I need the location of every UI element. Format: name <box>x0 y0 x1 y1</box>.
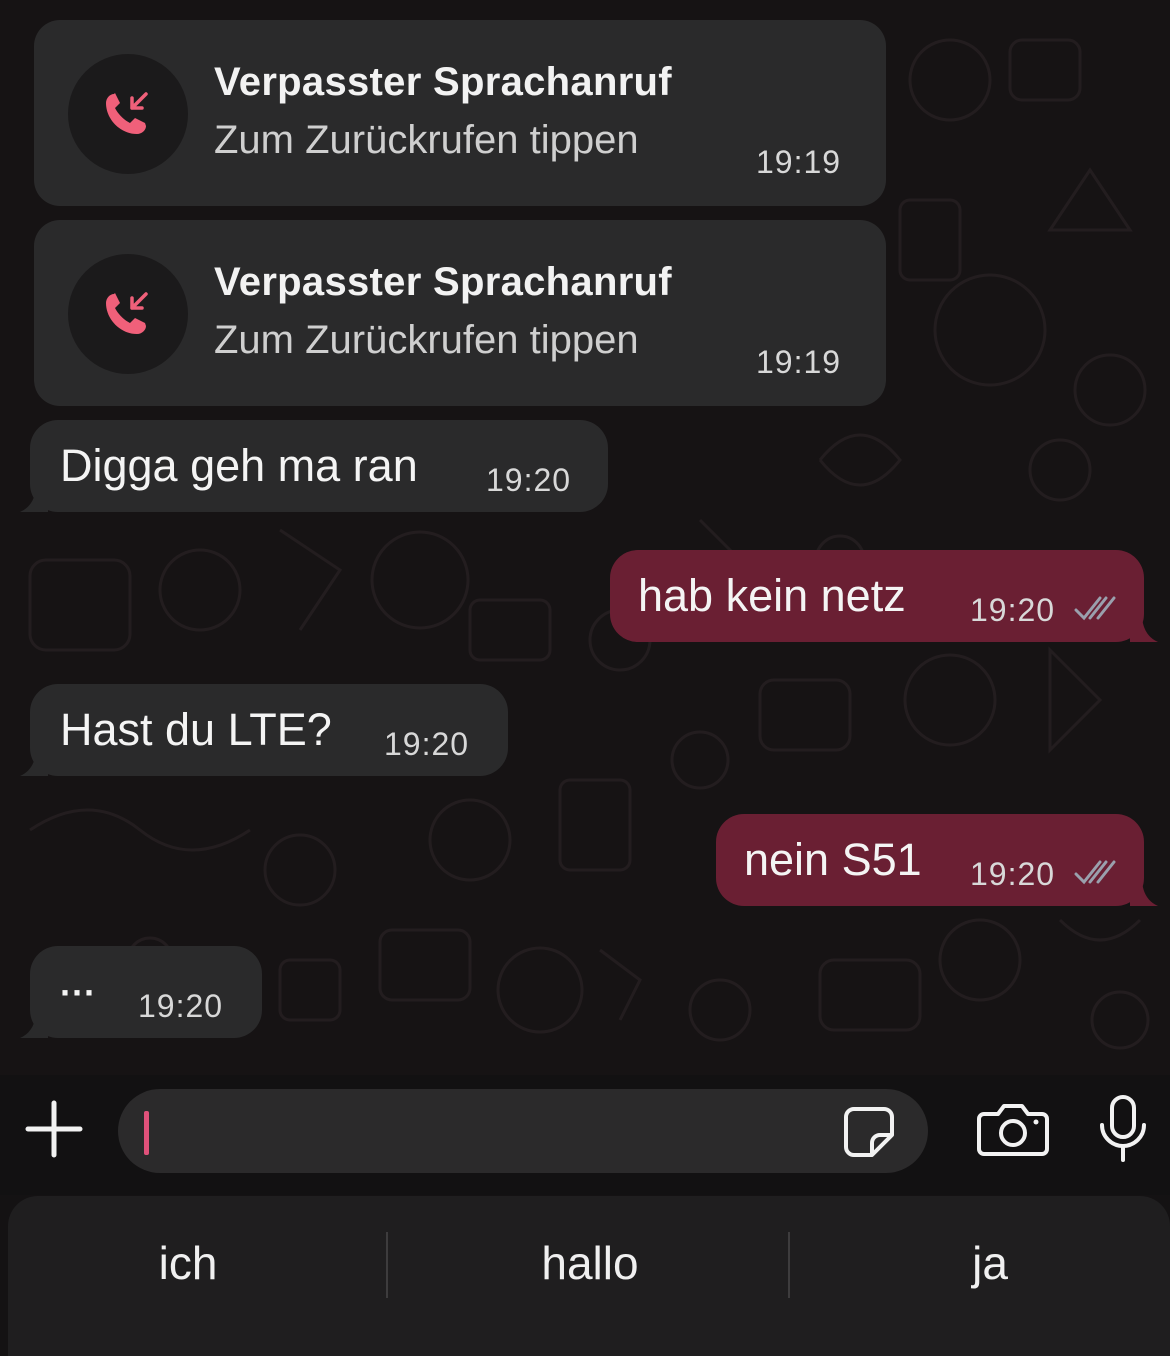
message-text: hab kein netz <box>638 570 906 621</box>
call-title: Verpasster Sprachanruf <box>214 60 672 104</box>
microphone-icon[interactable] <box>1096 1093 1150 1167</box>
call-title: Verpasster Sprachanruf <box>214 260 672 304</box>
message-time: 19:20 <box>384 726 470 762</box>
incoming-message[interactable]: Hast du LTE? 19:20 <box>20 684 508 776</box>
missed-call-icon-circle <box>68 54 188 174</box>
message-time: 19:20 <box>970 856 1056 892</box>
suggestion-word[interactable]: ich <box>8 1236 368 1290</box>
missed-call-card[interactable]: Verpasster Sprachanruf Zum Zurückrufen t… <box>34 20 886 206</box>
suggestion-word[interactable]: hallo <box>410 1236 770 1290</box>
text-cursor <box>144 1111 149 1155</box>
bubble-tail <box>20 752 48 776</box>
bubble-tail <box>1130 618 1158 642</box>
call-subtitle: Zum Zurückrufen tippen <box>214 318 639 362</box>
suggestion-divider <box>386 1232 388 1298</box>
message-time: 19:19 <box>756 344 842 380</box>
bubble-tail <box>20 1014 48 1038</box>
missed-call-icon <box>106 292 148 334</box>
message-text: ··· <box>60 972 96 1013</box>
message-time: 19:20 <box>138 988 224 1024</box>
plus-icon[interactable] <box>22 1097 86 1161</box>
missed-call-card[interactable]: Verpasster Sprachanruf Zum Zurückrufen t… <box>34 220 886 406</box>
suggestion-divider <box>788 1232 790 1298</box>
call-subtitle: Zum Zurückrufen tippen <box>214 118 639 162</box>
read-ticks-icon <box>1074 596 1116 621</box>
bubble-tail <box>20 488 48 512</box>
outgoing-message[interactable]: hab kein netz 19:20 <box>610 550 1158 642</box>
bubble-tail <box>1130 882 1158 906</box>
outgoing-message[interactable]: nein S51 19:20 <box>716 814 1158 906</box>
sticker-icon[interactable] <box>840 1103 898 1161</box>
incoming-message[interactable]: ··· 19:20 <box>20 946 262 1038</box>
chat-area[interactable]: Verpasster Sprachanruf Zum Zurückrufen t… <box>0 0 1170 1075</box>
message-time: 19:20 <box>970 592 1056 628</box>
message-text: Digga geh ma ran <box>60 440 418 491</box>
message-text: nein S51 <box>744 834 922 885</box>
keyboard-suggestion-bar: ich hallo ja <box>8 1196 1170 1356</box>
incoming-message[interactable]: Digga geh ma ran 19:20 <box>20 420 608 512</box>
message-input[interactable] <box>118 1089 928 1173</box>
suggestion-word[interactable]: ja <box>810 1236 1170 1290</box>
missed-call-icon <box>106 92 148 134</box>
message-time: 19:20 <box>486 462 572 498</box>
missed-call-icon-circle <box>68 254 188 374</box>
read-ticks-icon <box>1074 860 1116 885</box>
camera-icon[interactable] <box>976 1100 1050 1160</box>
message-text: Hast du LTE? <box>60 704 332 755</box>
message-time: 19:19 <box>756 144 842 180</box>
message-composer <box>0 1075 1170 1195</box>
